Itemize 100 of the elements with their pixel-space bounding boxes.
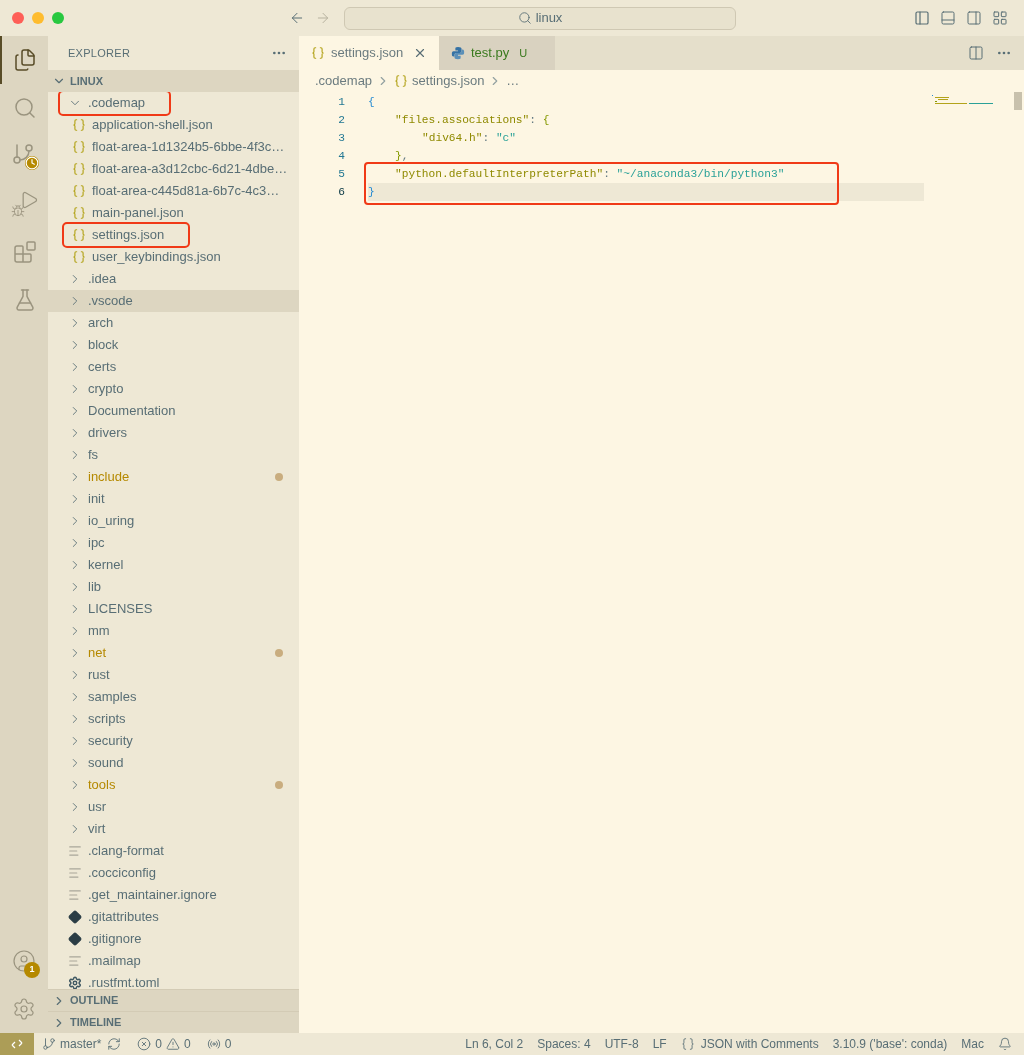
breadcrumb-item[interactable]: … bbox=[506, 71, 520, 91]
panel-left-icon[interactable] bbox=[914, 10, 930, 26]
antenna-icon bbox=[206, 1037, 221, 1051]
tree-item[interactable]: scripts bbox=[48, 708, 299, 730]
tree-item[interactable]: include bbox=[48, 466, 299, 488]
section-title: OUTLINE bbox=[70, 993, 119, 1009]
search-icon bbox=[517, 11, 532, 25]
close-window-icon[interactable] bbox=[12, 12, 24, 24]
search-field[interactable]: linux bbox=[344, 6, 736, 30]
tree-item[interactable]: lib bbox=[48, 576, 299, 598]
tree-item[interactable]: arch bbox=[48, 312, 299, 334]
diamond-icon bbox=[68, 932, 82, 946]
folder-name: crypto bbox=[88, 380, 124, 399]
warning-count: 0 bbox=[184, 1036, 191, 1053]
tree-item[interactable]: .mailmap bbox=[48, 950, 299, 972]
breadcrumb-item[interactable]: .codemap bbox=[315, 71, 373, 91]
tree-item[interactable]: tools bbox=[48, 774, 299, 796]
code-token: "~/anaconda3/bin/python3" bbox=[616, 166, 785, 182]
panel-right-icon[interactable] bbox=[966, 10, 982, 26]
folder-name: io_uring bbox=[88, 512, 135, 531]
tree-item[interactable]: drivers bbox=[48, 422, 299, 444]
bell-icon[interactable] bbox=[998, 1037, 1012, 1051]
braces-icon bbox=[72, 250, 86, 264]
status-item[interactable]: Spaces: 4 bbox=[537, 1035, 591, 1053]
tree-item[interactable]: init bbox=[48, 488, 299, 510]
tree-item[interactable]: io_uring bbox=[48, 510, 299, 532]
tree-item[interactable]: certs bbox=[48, 356, 299, 378]
status-item[interactable]: 3.10.9 ('base': conda) bbox=[832, 1035, 948, 1053]
status-item[interactable]: Ln 6, Col 2 bbox=[465, 1035, 524, 1053]
breadcrumb-item[interactable]: settings.json bbox=[412, 71, 485, 91]
tree-item[interactable]: .rustfmt.toml bbox=[48, 972, 299, 989]
tree-item[interactable]: mm bbox=[48, 620, 299, 642]
code-token: , bbox=[401, 148, 409, 164]
tree-item[interactable]: user_keybindings.json bbox=[48, 246, 299, 268]
tree-item[interactable]: security bbox=[48, 730, 299, 752]
braces-icon bbox=[72, 140, 86, 154]
folder-name: block bbox=[88, 336, 119, 355]
tree-item[interactable]: .get_maintainer.ignore bbox=[48, 884, 299, 906]
braces-icon bbox=[72, 162, 86, 176]
editor-tab[interactable]: test.py U bbox=[439, 36, 555, 70]
code-token: "c" bbox=[495, 130, 517, 146]
tree-item[interactable]: net bbox=[48, 642, 299, 664]
status-item[interactable]: LF bbox=[652, 1035, 667, 1053]
section-header[interactable]: LINUX bbox=[48, 70, 299, 92]
tree-item[interactable]: LICENSES bbox=[48, 598, 299, 620]
tree-item[interactable]: float-area-a3d12cbc-6d21-4dbe… bbox=[48, 158, 299, 180]
tree-item[interactable]: application-shell.json bbox=[48, 114, 299, 136]
close-icon[interactable] bbox=[413, 46, 427, 60]
tree-item[interactable]: usr bbox=[48, 796, 299, 818]
section-header[interactable]: OUTLINE bbox=[48, 989, 299, 1011]
tree-item[interactable]: float-area-1d1324b5-6bbe-4f3c… bbox=[48, 136, 299, 158]
forward-arrow-icon[interactable] bbox=[315, 10, 331, 26]
tree-item[interactable]: virt bbox=[48, 818, 299, 840]
line-number: 2 bbox=[337, 112, 345, 128]
account-icon[interactable] bbox=[12, 949, 36, 973]
tree-item[interactable]: .vscode bbox=[48, 290, 299, 312]
file-name: .gitattributes bbox=[88, 908, 159, 927]
layout-icon[interactable] bbox=[992, 10, 1008, 26]
python-icon bbox=[451, 46, 465, 60]
folder-name: fs bbox=[88, 446, 99, 465]
tree-item[interactable]: rust bbox=[48, 664, 299, 686]
zoom-window-icon[interactable] bbox=[52, 12, 64, 24]
back-arrow-icon[interactable] bbox=[289, 10, 305, 26]
tree-item[interactable]: settings.json bbox=[48, 224, 299, 246]
minimize-window-icon[interactable] bbox=[32, 12, 44, 24]
section-header[interactable]: TIMELINE bbox=[48, 1011, 299, 1033]
tree-item[interactable]: main-panel.json bbox=[48, 202, 299, 224]
tree-item[interactable]: fs bbox=[48, 444, 299, 466]
tree-item[interactable]: .clang-format bbox=[48, 840, 299, 862]
code-token: "python.defaultInterpreterPath" bbox=[395, 166, 604, 182]
status-item[interactable]: Mac bbox=[961, 1035, 984, 1053]
remote-button[interactable] bbox=[0, 1033, 34, 1055]
editor-tab[interactable]: settings.json bbox=[299, 36, 439, 70]
problems-item[interactable]: 0 0 bbox=[137, 1035, 191, 1053]
tree-item[interactable]: ipc bbox=[48, 532, 299, 554]
tree-item[interactable]: float-area-c445d81a-6b7c-4c3… bbox=[48, 180, 299, 202]
panel-bottom-icon[interactable] bbox=[940, 10, 956, 26]
ports-item[interactable]: 0 bbox=[206, 1035, 232, 1053]
tree-item[interactable]: .gitignore bbox=[48, 928, 299, 950]
folder-name: sound bbox=[88, 754, 124, 773]
lines-icon bbox=[68, 954, 82, 968]
tree-item[interactable]: crypto bbox=[48, 378, 299, 400]
tree-item[interactable]: .cocciconfig bbox=[48, 862, 299, 884]
tree-item[interactable]: .codemap bbox=[48, 92, 299, 114]
folder-name: include bbox=[88, 468, 130, 487]
tree-item[interactable]: Documentation bbox=[48, 400, 299, 422]
tree-item[interactable]: kernel bbox=[48, 554, 299, 576]
file-name: main-panel.json bbox=[92, 204, 184, 223]
tree-item[interactable]: block bbox=[48, 334, 299, 356]
tree-item[interactable]: .gitattributes bbox=[48, 906, 299, 928]
status-item[interactable]: UTF-8 bbox=[604, 1035, 639, 1053]
file-name: .gitignore bbox=[88, 930, 142, 949]
branch-item[interactable]: master* bbox=[42, 1035, 102, 1053]
tree-item[interactable]: .idea bbox=[48, 268, 299, 290]
tree-item[interactable]: samples bbox=[48, 686, 299, 708]
settings-icon[interactable] bbox=[12, 997, 36, 1021]
sync-icon[interactable] bbox=[107, 1037, 122, 1051]
tree-item[interactable]: sound bbox=[48, 752, 299, 774]
split-editor-icon[interactable] bbox=[968, 45, 984, 61]
language-item[interactable]: JSON with Comments bbox=[680, 1035, 819, 1053]
